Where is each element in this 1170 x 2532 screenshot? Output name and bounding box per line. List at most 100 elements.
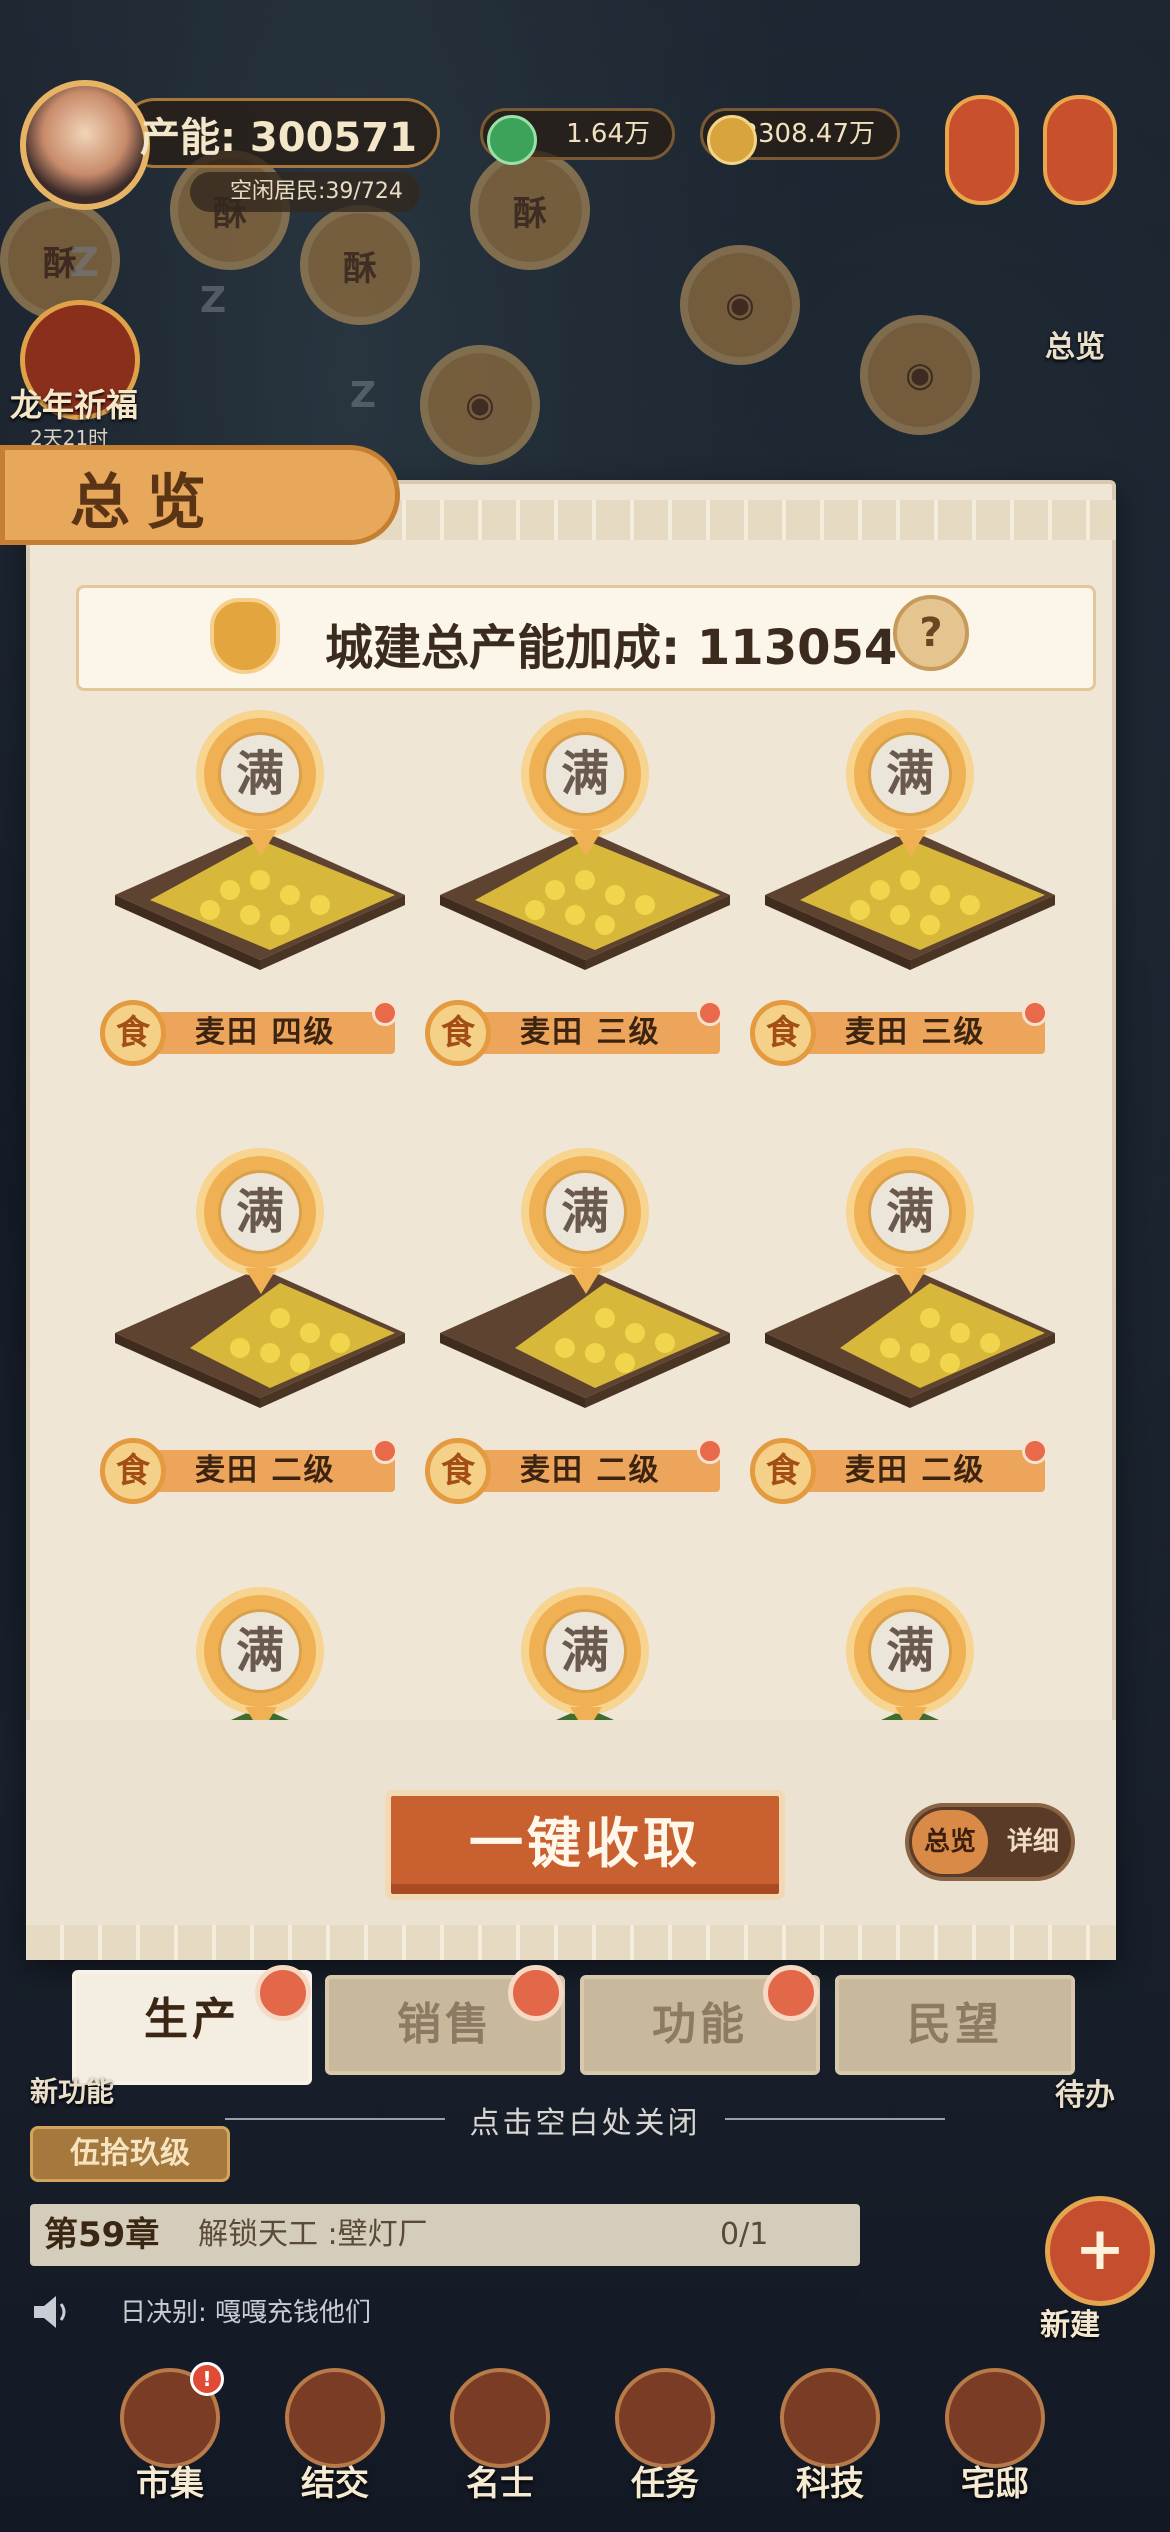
money-bag-icon <box>210 598 280 674</box>
currency-gold-value: 2308.47万 <box>741 119 875 149</box>
farm-name: 麦田 二级 <box>130 1450 395 1492</box>
quest-chapter: 第59章 <box>44 2215 160 2255</box>
full-badge: 满 <box>846 1587 974 1715</box>
todo-label[interactable]: 待办 <box>1055 2070 1115 2114</box>
player-avatar[interactable] <box>20 80 150 210</box>
tech-icon <box>780 2368 880 2468</box>
nav-label: 科技 <box>796 2464 864 2504</box>
food-icon: 食 <box>750 1438 816 1504</box>
full-badge: 满 <box>196 1587 324 1715</box>
chat-message: 日决别: 嘎嘎充钱他们 <box>120 2298 372 2328</box>
currency-jade-value: 1.64万 <box>566 119 650 149</box>
badge-pointer <box>895 830 927 856</box>
full-badge-label: 满 <box>218 1170 302 1254</box>
nav-tech[interactable]: 科技 <box>760 2368 900 2528</box>
nav-label: 宅邸 <box>961 2464 1029 2504</box>
full-badge-label: 满 <box>218 1609 302 1693</box>
badge-pointer <box>245 1268 277 1294</box>
nav-tasks[interactable]: 任务 <box>595 2368 735 2528</box>
side-overview-label[interactable]: 总览 <box>1045 322 1105 366</box>
nav-label: 任务 <box>631 2464 699 2504</box>
notification-dot <box>372 1438 398 1464</box>
farm-name: 麦田 四级 <box>130 1012 395 1054</box>
farm-cell[interactable]: 满 麦田 二级 食 <box>425 1148 745 1504</box>
scholar-icon <box>450 2368 550 2468</box>
lantern-collapse-icon[interactable] <box>1043 95 1117 205</box>
quest-text: 解锁天工 :壁灯厂 <box>198 2217 428 2252</box>
notification-dot <box>372 1000 398 1026</box>
toggle-overview[interactable]: 总览 <box>912 1810 988 1874</box>
collect-all-button[interactable]: 一键收取 <box>385 1790 785 1900</box>
notification-dot: ! <box>190 2362 224 2396</box>
task-icon <box>615 2368 715 2468</box>
badge-pointer <box>570 830 602 856</box>
currency-gold-pill[interactable]: 2308.47万 <box>700 108 900 165</box>
currency-jade-pill[interactable]: 1.64万 <box>480 108 675 165</box>
farm-name: 麦田 三级 <box>455 1012 720 1054</box>
full-badge: 满 <box>521 710 649 838</box>
full-badge-label: 满 <box>868 1609 952 1693</box>
farm-name: 麦田 二级 <box>455 1450 720 1492</box>
badge-pointer <box>570 1268 602 1294</box>
badge-pointer <box>245 830 277 856</box>
farm-name: 麦田 二级 <box>780 1450 1045 1492</box>
food-icon: 食 <box>100 1438 166 1504</box>
full-badge: 满 <box>196 710 324 838</box>
full-badge-label: 满 <box>543 1609 627 1693</box>
farm-cell[interactable]: 满 麦田 三级 食 <box>425 710 745 1066</box>
festival-label: 龙年祈福 <box>10 386 139 424</box>
farm-name: 麦田 三级 <box>780 1012 1045 1054</box>
mansion-icon <box>945 2368 1045 2468</box>
notification-dot <box>763 1965 819 2021</box>
full-badge: 满 <box>846 1148 974 1276</box>
new-build-label[interactable]: 新建 <box>1040 2300 1100 2344</box>
nav-market[interactable]: ! 市集 <box>100 2362 240 2528</box>
food-icon: 食 <box>425 1438 491 1504</box>
lantern-menu-icon[interactable] <box>945 95 1019 205</box>
notification-dot <box>1022 1000 1048 1026</box>
new-build-button[interactable]: + <box>1045 2196 1155 2306</box>
farm-cell[interactable]: 满 麦田 二级 食 <box>750 1148 1070 1504</box>
notification-dot <box>1022 1438 1048 1464</box>
new-function-label[interactable]: 新功能 <box>30 2070 114 2110</box>
nav-mansion[interactable]: 宅邸 <box>925 2368 1065 2528</box>
food-icon: 食 <box>750 1000 816 1066</box>
full-badge-label: 满 <box>218 732 302 816</box>
notification-dot <box>255 1965 311 2021</box>
full-badge: 满 <box>846 710 974 838</box>
gold-coin-icon <box>707 115 757 165</box>
idle-residents: 空闲居民:39/724 <box>190 172 420 212</box>
farm-cell[interactable]: 满 麦田 三级 食 <box>750 710 1070 1066</box>
full-badge: 满 <box>521 1148 649 1276</box>
notification-dot <box>508 1965 564 2021</box>
full-badge: 满 <box>196 1148 324 1276</box>
nav-label: 名士 <box>466 2464 534 2504</box>
farm-cell[interactable]: 满 麦田 二级 食 <box>100 1148 420 1504</box>
full-badge-label: 满 <box>543 1170 627 1254</box>
panel-bottom-border <box>26 1925 1116 1960</box>
full-badge: 满 <box>521 1587 649 1715</box>
badge-pointer <box>895 1268 927 1294</box>
bonus-text: 城建总产能加成: 113054 <box>325 620 898 676</box>
toggle-detail[interactable]: 详细 <box>996 1810 1070 1874</box>
full-badge-label: 满 <box>868 732 952 816</box>
jade-coin-icon <box>487 115 537 165</box>
power-value: 产能: 300571 <box>140 115 417 161</box>
quest-progress: 0/1 <box>720 2217 769 2252</box>
notification-dot <box>697 1438 723 1464</box>
tab-reputation[interactable]: 民望 <box>835 1975 1075 2075</box>
level-tag: 伍拾玖级 <box>30 2126 230 2182</box>
food-icon: 食 <box>100 1000 166 1066</box>
nav-friends[interactable]: 结交 <box>265 2368 405 2528</box>
notification-dot <box>697 1000 723 1026</box>
full-badge-label: 满 <box>543 732 627 816</box>
nav-label: 结交 <box>301 2464 369 2504</box>
panel-title: 总览 <box>70 468 222 538</box>
cards-icon <box>285 2368 385 2468</box>
speaker-icon <box>34 2296 66 2328</box>
farm-cell[interactable]: 满 麦田 四级 食 <box>100 710 420 1066</box>
help-button[interactable]: ? <box>893 595 969 671</box>
nav-notables[interactable]: 名士 <box>430 2368 570 2528</box>
full-badge-label: 满 <box>868 1170 952 1254</box>
nav-label: 市集 <box>136 2464 204 2504</box>
